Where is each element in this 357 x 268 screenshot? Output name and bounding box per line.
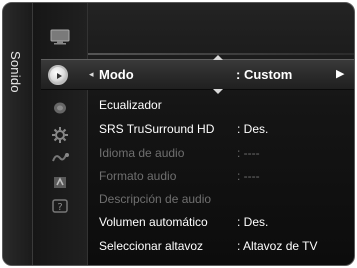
icon-column: ?	[33, 3, 88, 265]
menu-item-formato-audio: Formato audio : ----	[99, 169, 354, 189]
left-arrow-icon: ◂	[89, 69, 94, 79]
menu-item-srs-trusurround[interactable]: SRS TruSurround HD : Des.	[99, 122, 354, 142]
menu-item-label: Formato audio	[99, 169, 177, 183]
category-column: Sonido	[3, 3, 33, 265]
support-icon[interactable]: ?	[51, 198, 69, 214]
menu-item-seleccionar-altavoz[interactable]: Seleccionar altavoz : Altavoz de TV	[99, 239, 354, 259]
menu-item-label: Volumen automático	[99, 215, 208, 229]
menu-item-modo[interactable]: ◂ Modo : Custom ▶	[41, 55, 354, 94]
right-arrow-icon[interactable]: ▶	[336, 67, 344, 80]
menu-item-label: SRS TruSurround HD	[99, 122, 215, 136]
menu-item-label: Modo	[99, 67, 134, 82]
menu-item-value: : Des.	[237, 122, 269, 136]
tv-picture-icon[interactable]	[49, 29, 71, 45]
category-label: Sonido	[8, 51, 23, 93]
menu-item-value: : Custom	[236, 67, 293, 82]
menu-screen: Sonido ? ◂ Modo: Custom ▶ Ecualizador S…	[2, 2, 355, 266]
scroll-up-indicator	[213, 55, 223, 60]
menu-item-ecualizador[interactable]: Ecualizador	[99, 98, 354, 118]
menu-item-value: : ----	[237, 169, 260, 183]
input-icon[interactable]	[50, 151, 70, 165]
channel-icon[interactable]	[51, 101, 69, 115]
menu-item-label: Seleccionar altavoz	[99, 239, 204, 253]
menu-item-descripcion-audio: Descripción de audio	[99, 192, 354, 212]
menu-item-value: : ----	[237, 146, 260, 160]
menu-item-volumen-automatico[interactable]: Volumen automático : Des.	[99, 215, 354, 235]
menu-item-label: Idioma de audio	[99, 146, 185, 160]
menu-item-idioma-audio: Idioma de audio : ----	[99, 146, 354, 166]
sound-icon	[48, 65, 68, 85]
menu-item-value: : Des.	[237, 215, 269, 229]
menu-item-value: : Altavoz de TV	[237, 239, 318, 253]
scroll-down-indicator	[213, 89, 223, 94]
svg-text:?: ?	[57, 202, 62, 213]
application-icon[interactable]	[51, 175, 69, 191]
menu-item-label: Ecualizador	[99, 98, 162, 112]
setup-icon[interactable]	[51, 126, 69, 144]
menu-item-label: Descripción de audio	[99, 192, 212, 206]
